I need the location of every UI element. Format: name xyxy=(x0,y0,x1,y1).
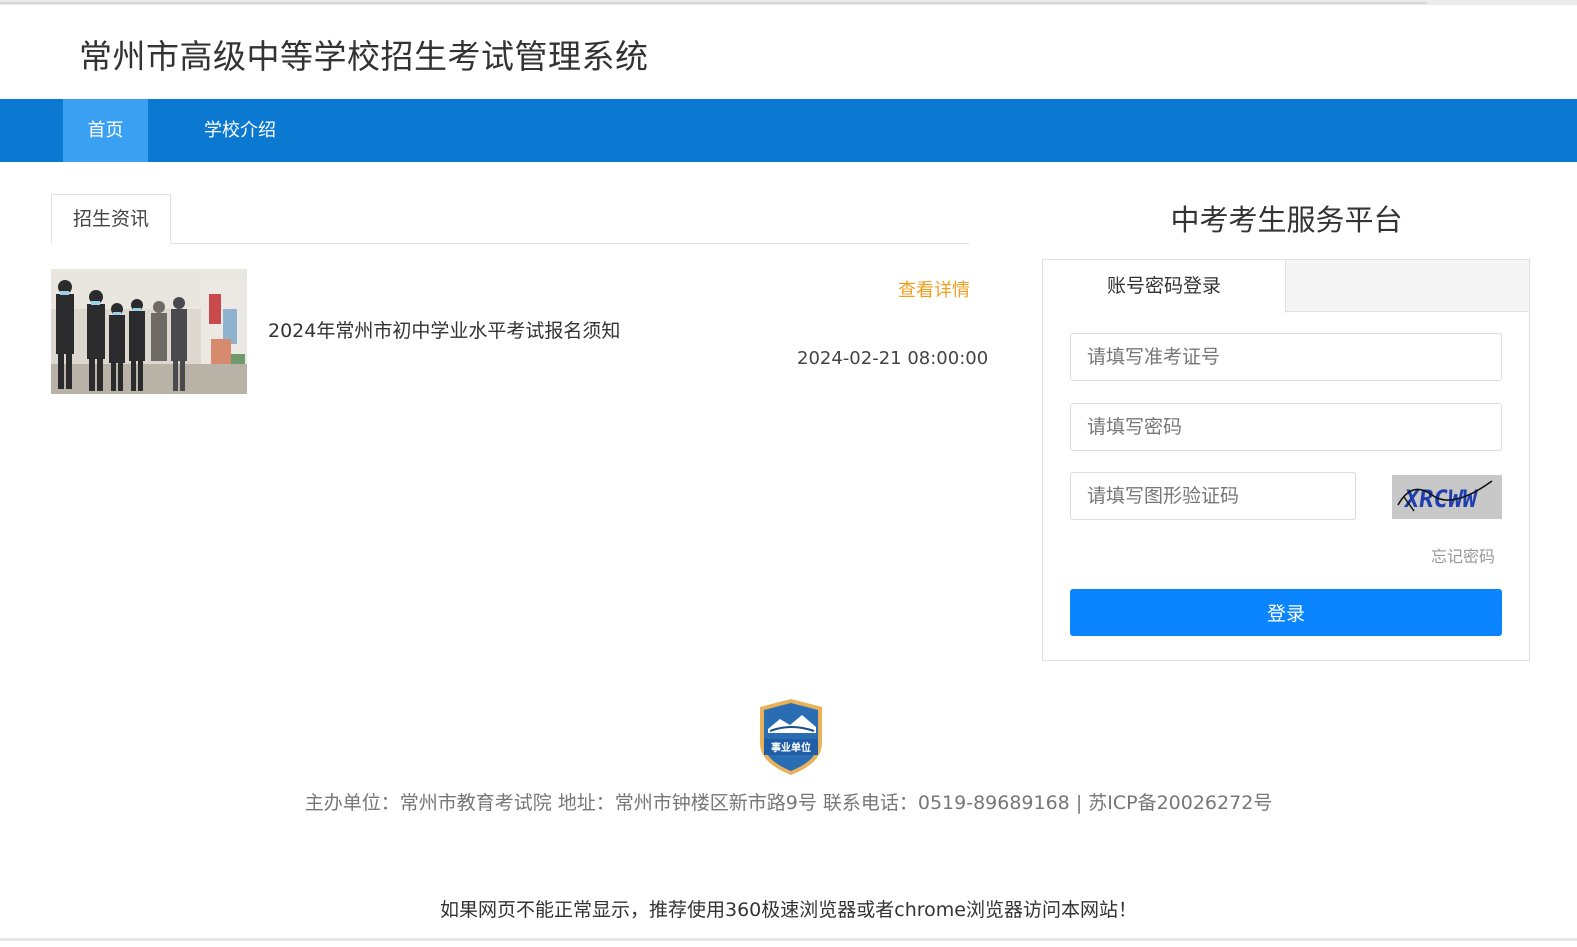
nav-item-home[interactable]: 首页 xyxy=(63,99,148,162)
public-institution-badge[interactable]: 事业单位 xyxy=(756,697,826,777)
password-input[interactable] xyxy=(1071,404,1501,450)
news-thumbnail[interactable] xyxy=(51,269,247,394)
tab-account-password-login[interactable]: 账号密码登录 xyxy=(1043,260,1286,313)
nav-item-school-intro[interactable]: 学校介绍 xyxy=(180,99,300,162)
news-item-date: 2024-02-21 08:00:00 xyxy=(797,348,989,369)
browser-tip: 如果网页不能正常显示，推荐使用360极速浏览器或者chrome浏览器访问本网站！ xyxy=(440,899,1137,921)
main-nav: 首页 学校介绍 xyxy=(0,99,1577,162)
site-title: 常州市高级中等学校招生考试管理系统 xyxy=(79,37,649,76)
badge-text: 事业单位 xyxy=(771,741,811,754)
shield-icon: 事业单位 xyxy=(760,699,822,775)
platform-title: 中考考生服务平台 xyxy=(1170,203,1403,237)
forgot-password-link[interactable]: 忘记密码 xyxy=(1431,543,1495,567)
login-panel: 账号密码登录 XRCWW 忘记密码 登录 xyxy=(1042,259,1530,661)
exam-number-field xyxy=(1070,333,1502,381)
captcha-field xyxy=(1070,472,1356,520)
tab-admission-news[interactable]: 招生资讯 xyxy=(51,194,171,244)
top-border xyxy=(0,0,1577,5)
news-tab-divider xyxy=(51,243,969,244)
captcha-image[interactable]: XRCWW xyxy=(1392,475,1502,519)
news-photo-image xyxy=(51,269,247,394)
bottom-border xyxy=(0,938,1577,941)
exam-number-input[interactable] xyxy=(1071,334,1501,380)
password-field xyxy=(1070,403,1502,451)
footer-info: 主办单位：常州市教育考试院 地址：常州市钟楼区新市路9号 联系电话：0519-8… xyxy=(304,792,1273,814)
news-item-title[interactable]: 2024年常州市初中学业水平考试报名须知 xyxy=(268,316,620,343)
login-tabbar: 账号密码登录 xyxy=(1043,260,1529,313)
captcha-input[interactable] xyxy=(1071,473,1355,519)
view-details-link[interactable]: 查看详情 xyxy=(898,276,970,302)
login-button[interactable]: 登录 xyxy=(1070,589,1502,636)
